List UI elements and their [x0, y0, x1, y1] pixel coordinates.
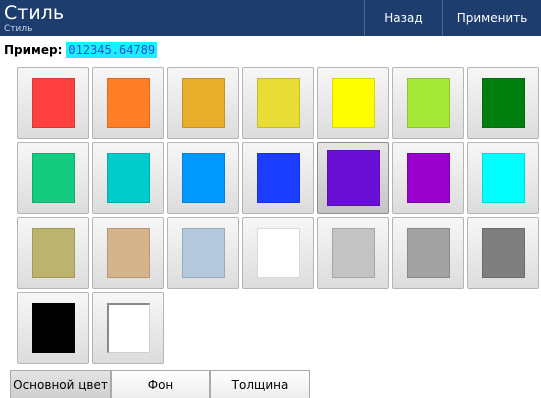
example-value: 012345.64789 — [66, 42, 158, 58]
example-row: Пример: 012345.64789 — [4, 40, 158, 60]
apply-button[interactable]: Применить — [442, 0, 541, 36]
color-swatch — [32, 153, 75, 203]
color-swatch — [32, 303, 75, 353]
color-swatch-button[interactable] — [92, 217, 164, 289]
example-label: Пример: — [4, 43, 63, 57]
color-swatch — [182, 153, 225, 203]
color-swatch — [182, 228, 225, 278]
color-swatch-button[interactable] — [317, 217, 389, 289]
color-swatch-button[interactable] — [317, 142, 389, 214]
color-swatch — [482, 228, 525, 278]
color-swatch-button[interactable] — [242, 142, 314, 214]
color-swatch — [482, 78, 525, 128]
color-swatch-button[interactable] — [392, 142, 464, 214]
color-swatch-button[interactable] — [17, 142, 89, 214]
color-swatch-button[interactable] — [392, 67, 464, 139]
color-swatch — [182, 78, 225, 128]
color-swatch-button[interactable] — [467, 142, 539, 214]
color-swatch — [32, 78, 75, 128]
color-swatch — [407, 153, 450, 203]
color-swatch — [327, 150, 380, 206]
no-color-swatch — [107, 303, 150, 353]
color-swatch-button[interactable] — [92, 67, 164, 139]
color-swatch — [332, 228, 375, 278]
tab-background[interactable]: Фон — [111, 370, 210, 398]
page-subtitle: Стиль — [4, 24, 33, 34]
title-bar: Стиль Стиль Назад Применить — [0, 0, 541, 36]
color-swatch — [107, 153, 150, 203]
color-swatch-button[interactable] — [17, 217, 89, 289]
color-swatch — [407, 78, 450, 128]
color-swatch-button[interactable] — [467, 67, 539, 139]
color-swatch-button[interactable] — [467, 217, 539, 289]
tab-thickness[interactable]: Толщина — [210, 370, 310, 398]
color-swatch — [482, 153, 525, 203]
color-swatch-button[interactable] — [17, 292, 89, 364]
color-swatch-button[interactable] — [92, 292, 164, 364]
color-swatch-button[interactable] — [242, 217, 314, 289]
back-button[interactable]: Назад — [364, 0, 442, 36]
tab-main-color[interactable]: Основной цвет — [10, 370, 111, 398]
page-title: Стиль — [4, 2, 65, 24]
color-swatch-button[interactable] — [167, 67, 239, 139]
color-swatch-button[interactable] — [317, 67, 389, 139]
color-swatch — [332, 78, 375, 128]
color-swatch-button[interactable] — [167, 217, 239, 289]
color-swatch-button[interactable] — [242, 67, 314, 139]
color-swatch — [32, 228, 75, 278]
tab-bar: Основной цвет Фон Толщина — [10, 370, 310, 398]
color-swatch — [407, 228, 450, 278]
color-swatch-button[interactable] — [392, 217, 464, 289]
color-swatch-button[interactable] — [17, 67, 89, 139]
color-swatch — [107, 78, 150, 128]
color-swatch-button[interactable] — [167, 142, 239, 214]
color-swatch — [257, 78, 300, 128]
color-swatch — [257, 153, 300, 203]
color-swatch — [107, 228, 150, 278]
color-swatch — [257, 228, 300, 278]
color-swatch-button[interactable] — [92, 142, 164, 214]
